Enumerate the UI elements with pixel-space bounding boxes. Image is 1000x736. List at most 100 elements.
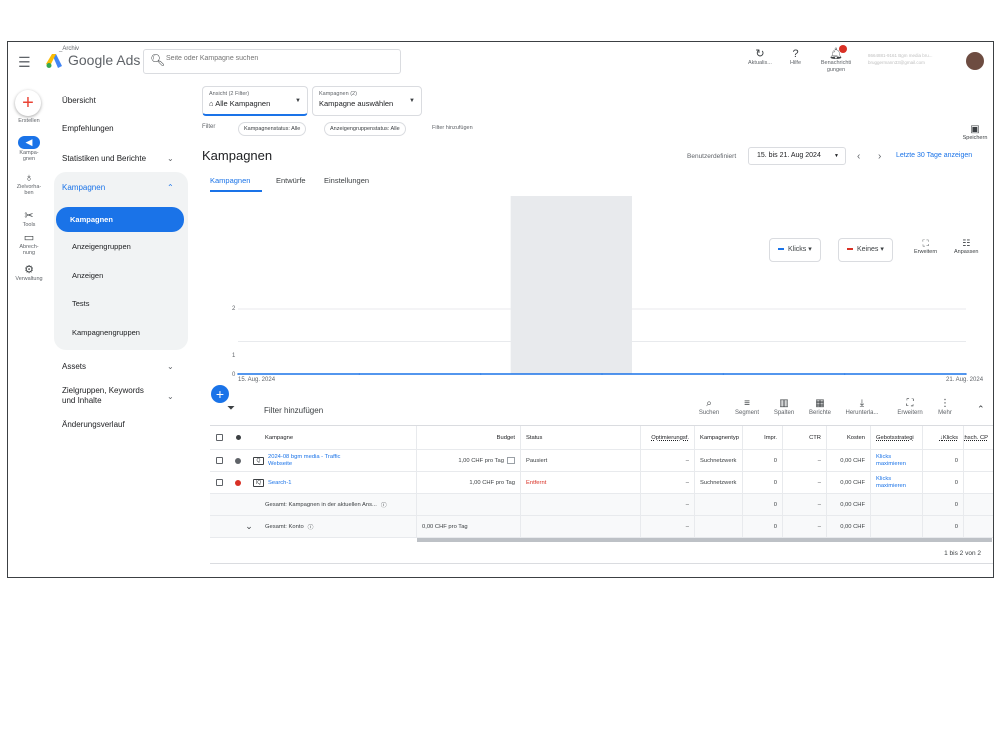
horizontal-scrollbar[interactable] <box>417 538 992 542</box>
bid-cell[interactable]: Klicks maximieren <box>871 472 923 493</box>
chart-adjust-button[interactable]: ☷ Anpassen <box>954 238 978 255</box>
create-button[interactable]: + <box>15 90 41 116</box>
help-label: Hilfe <box>790 60 802 66</box>
col-avg-cpc[interactable]: Durchsch. CP <box>964 426 993 449</box>
rail-item-billing[interactable]: ▭ Abrech-nung <box>8 232 50 256</box>
search-icon: ⌕ <box>706 398 712 409</box>
search-input[interactable] <box>166 55 386 62</box>
trophy-icon: ♁ <box>24 172 34 184</box>
nav-history[interactable]: Änderungsverlauf <box>62 420 125 429</box>
admin-icon: ⚙ <box>24 264 34 276</box>
metric2-color <box>847 248 853 251</box>
col-campaign-type[interactable]: Kampagnentyp <box>695 426 743 449</box>
chart-icon[interactable] <box>507 457 515 464</box>
filter-chip-adgroup-status[interactable]: Anzeigengruppenstatus: Alle <box>324 122 406 136</box>
nav-campaigns[interactable]: Kampagnen ⌃ <box>62 183 182 192</box>
rail-item-admin[interactable]: ⚙ Verwaltung <box>8 264 50 282</box>
menu-icon[interactable]: ☰ <box>18 54 31 71</box>
col-campaign[interactable]: Kampagne <box>260 426 417 449</box>
nav-overview[interactable]: Übersicht <box>62 96 96 105</box>
row-checkbox[interactable] <box>210 472 228 493</box>
chevron-down-icon: ⌄ <box>167 362 174 371</box>
tool-reports[interactable]: ▦ Berichte <box>803 398 837 416</box>
filter-chip-campaign-status[interactable]: Kampagnenstatus: Alle <box>238 122 307 136</box>
filter-icon[interactable]: ⏷ <box>227 403 235 414</box>
ctr-cell: – <box>783 450 827 471</box>
opt-cell: – <box>641 450 695 471</box>
nav-audiences[interactable]: Zielgruppen, Keywords und Inhalte ⌄ <box>62 386 182 406</box>
metric2-selector[interactable]: Keines ▾ <box>838 238 893 262</box>
bid-cell[interactable]: Klicks maximieren <box>871 450 923 471</box>
col-ctr[interactable]: CTR <box>783 426 827 449</box>
table-add-filter[interactable]: Filter hinzufügen <box>264 406 323 415</box>
notifications-button[interactable]: 🔔︎ Benachrichti gungen <box>816 48 856 74</box>
nav-sub-ads[interactable]: Anzeigen <box>72 271 103 280</box>
total-current-row: Gesamt: Kampagnen in der aktuellen Ans..… <box>210 494 993 516</box>
tool-search[interactable]: ⌕ Suchen <box>692 398 726 416</box>
chevron-left-icon[interactable]: ‹ <box>857 151 860 162</box>
rail-item-campaigns[interactable]: ◀ Kampa-gnen <box>8 136 50 162</box>
tool-segment[interactable]: ≡ Segment <box>730 398 764 416</box>
nav-stats[interactable]: Statistiken und Berichte ⌄ <box>62 154 182 163</box>
tab-settings[interactable]: Einstellungen <box>324 176 369 185</box>
campaign-selector[interactable]: Kampagnen (2) Kampagne auswählen ▼ <box>312 86 422 116</box>
main-content: Ansicht (2 Filter) ⌂ Alle Kampagnen ▼ Ka… <box>190 80 993 577</box>
refresh-button[interactable]: ↻ Aktualis... <box>748 48 772 67</box>
x-tick-start: 15. Aug. 2024 <box>238 377 276 383</box>
page-title: Kampagnen <box>202 148 273 163</box>
nav-sub-adgroups[interactable]: Anzeigengruppen <box>72 242 131 251</box>
save-icon: ▣ <box>970 124 980 135</box>
segment-icon: ≡ <box>744 398 750 409</box>
bell-icon: 🔔︎ <box>829 48 843 60</box>
campaign-link[interactable]: Search-1 <box>268 480 292 486</box>
nav-sub-tests[interactable]: Tests <box>72 299 90 308</box>
download-icon: ⤓ <box>859 398 865 409</box>
tab-drafts[interactable]: Entwürfe <box>276 176 306 185</box>
view-selector[interactable]: Ansicht (2 Filter) ⌂ Alle Kampagnen ▼ <box>202 86 308 116</box>
campaign-link[interactable]: 2024-08 bgm media - Traffic Webseite <box>268 454 352 468</box>
add-filter-link[interactable]: Filter hinzufügen <box>432 125 473 131</box>
select-all-checkbox[interactable] <box>210 426 228 449</box>
campaign-cell: Q 2024-08 bgm media - Traffic Webseite <box>248 450 417 471</box>
row-checkbox[interactable] <box>210 450 228 471</box>
help-button[interactable]: ? Hilfe <box>790 48 801 67</box>
more-vert-icon: ⋮ <box>940 398 950 409</box>
view-main: ⌂ Alle Kampagnen <box>209 99 301 108</box>
col-cost[interactable]: Kosten <box>827 426 871 449</box>
rail-item-goals[interactable]: ♁ Zielvorha-ben <box>8 172 50 196</box>
total-account-type <box>695 516 743 537</box>
nav-assets[interactable]: Assets ⌄ <box>62 362 182 371</box>
chevron-down-icon[interactable]: ⌄ <box>238 516 260 537</box>
notifications-label: Benachrichti gungen <box>820 60 852 73</box>
col-clicks[interactable]: ↓ Klicks <box>923 426 964 449</box>
last-30-days-link[interactable]: Letzte 30 Tage anzeigen <box>896 152 972 159</box>
chevron-up-icon[interactable]: ⌃ <box>977 404 985 415</box>
avatar[interactable] <box>966 52 984 70</box>
nav-recommendations[interactable]: Empfehlungen <box>62 124 114 133</box>
date-range-picker[interactable]: 15. bis 21. Aug 2024 ▼ <box>748 147 846 165</box>
search-box[interactable]: 🔍︎ <box>143 49 401 74</box>
help-icon[interactable]: ⓘ <box>308 522 314 531</box>
save-button[interactable]: ▣ Speichern <box>960 124 990 141</box>
account-info[interactable]: 8664881-9161 Bgm media bru... bruggerman… <box>868 52 960 66</box>
help-icon[interactable]: ⓘ <box>381 500 387 509</box>
rail-item-tools[interactable]: ✂ Tools <box>8 210 50 228</box>
tool-reports-label: Berichte <box>808 410 831 416</box>
tool-download[interactable]: ⤓ Herunterla... <box>845 398 879 416</box>
tool-expand[interactable]: ⛶ Erweitern <box>893 398 927 416</box>
rail-tools-label: Tools <box>22 222 36 228</box>
chart-expand-button[interactable]: ⛶ Erweitern <box>914 238 937 255</box>
nav-sub-campaigns[interactable]: Kampagnen <box>56 207 184 232</box>
tab-campaigns[interactable]: Kampagnen <box>210 176 250 185</box>
col-status[interactable]: Status <box>521 426 641 449</box>
col-optimization[interactable]: Optimierungsf. <box>641 426 695 449</box>
col-bid-strategy[interactable]: Gebotsstrategi <box>871 426 923 449</box>
col-budget[interactable]: Budget <box>417 426 521 449</box>
tool-columns[interactable]: ▥ Spalten <box>767 398 801 416</box>
tool-more[interactable]: ⋮ Mehr <box>928 398 962 416</box>
total-current-label: Gesamt: Kampagnen in der aktuellen Ans..… <box>260 494 417 515</box>
col-impressions[interactable]: Impr. <box>743 426 783 449</box>
metric1-selector[interactable]: Klicks ▾ <box>769 238 821 262</box>
nav-sub-campaigngroups[interactable]: Kampagnengruppen <box>72 328 140 337</box>
chevron-right-icon[interactable]: › <box>878 151 881 162</box>
